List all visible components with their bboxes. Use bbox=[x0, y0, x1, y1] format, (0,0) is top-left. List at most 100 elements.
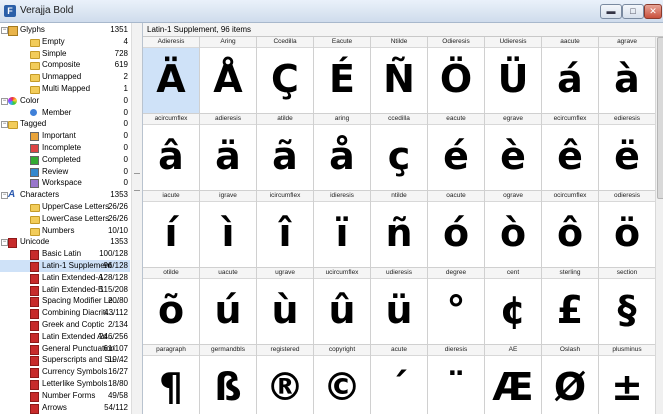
glyph-cell-idieresis[interactable]: idieresis ï bbox=[314, 191, 371, 268]
expand-toggle-icon[interactable]: − bbox=[1, 121, 8, 129]
glyph-cell-otilde[interactable]: otilde õ bbox=[143, 268, 200, 345]
tree-item-latin-extended-a[interactable]: Latin Extended-A 128/128 bbox=[0, 272, 130, 284]
glyph-cell-degree[interactable]: degree ° bbox=[428, 268, 485, 345]
glyph-cell-registered[interactable]: registered ® bbox=[257, 345, 314, 414]
glyph-cell-iacute[interactable]: iacute í bbox=[143, 191, 200, 268]
tree-item-glyphs[interactable]: − Glyphs 1351 bbox=[0, 24, 130, 36]
tree-item-workspace[interactable]: Workspace 0 bbox=[0, 177, 130, 189]
glyph-cell-ucircumflex[interactable]: ucircumflex û bbox=[314, 268, 371, 345]
glyph-cell-egrave[interactable]: egrave è bbox=[485, 114, 542, 191]
glyph-cell-aring[interactable]: Aring Å bbox=[200, 37, 257, 114]
glyph-name-label: section bbox=[599, 268, 655, 279]
glyph-cell-sterling[interactable]: sterling £ bbox=[542, 268, 599, 345]
glyph-preview: Ø bbox=[553, 365, 587, 409]
tree-item-label: Empty bbox=[42, 36, 65, 46]
tree-item-important[interactable]: Important 0 bbox=[0, 130, 130, 142]
glyph-name-label: Eacute bbox=[314, 37, 370, 48]
scrollbar-thumb[interactable] bbox=[657, 37, 663, 199]
tree-item-completed[interactable]: Completed 0 bbox=[0, 154, 130, 166]
glyph-cell-edieresis[interactable]: edieresis ë bbox=[599, 114, 655, 191]
tree-item-spacing-modifier-le[interactable]: Spacing Modifier Le... 20/80 bbox=[0, 295, 130, 308]
glyph-name-label: eacute bbox=[428, 114, 484, 125]
expand-toggle-icon[interactable]: − bbox=[1, 192, 8, 200]
tree-item-uppercase-letters[interactable]: UpperCase Letters 26/26 bbox=[0, 201, 130, 213]
glyph-cell-ae[interactable]: AE Æ bbox=[485, 345, 542, 414]
tree-item-numbers[interactable]: Numbers 10/10 bbox=[0, 225, 130, 237]
glyph-cell-plusminus[interactable]: plusminus ± bbox=[599, 345, 655, 414]
tree-item-general-punctuation[interactable]: General Punctuation 61/107 bbox=[0, 343, 130, 355]
glyph-cell-acircumflex[interactable]: acircumflex â bbox=[143, 114, 200, 191]
glyph-cell-udieresis[interactable]: udieresis ü bbox=[371, 268, 428, 345]
glyph-cell-ocircumflex[interactable]: ocircumflex ô bbox=[542, 191, 599, 268]
tree-item-arrows[interactable]: Arrows 54/112 bbox=[0, 402, 130, 414]
tree-item-simple[interactable]: Simple 728 bbox=[0, 48, 130, 60]
glyph-cell-acute[interactable]: acute ´ bbox=[371, 345, 428, 414]
glyph-name-label: Oslash bbox=[542, 345, 598, 356]
tree-item-composite[interactable]: Composite 619 bbox=[0, 59, 130, 71]
glyph-cell-icircumflex[interactable]: icircumflex î bbox=[257, 191, 314, 268]
tree-item-latin-extended-b[interactable]: Latin Extended-B 115/208 bbox=[0, 284, 130, 296]
tree-item-latin-extended-ad[interactable]: Latin Extended Ad... 246/256 bbox=[0, 331, 130, 343]
glyph-cell-section[interactable]: section § bbox=[599, 268, 655, 345]
glyph-cell-oacute[interactable]: oacute ó bbox=[428, 191, 485, 268]
glyph-cell-odieresis[interactable]: Odieresis Ö bbox=[428, 37, 485, 114]
tree-item-review[interactable]: Review 0 bbox=[0, 166, 130, 178]
glyph-name-label: edieresis bbox=[599, 114, 655, 125]
tree-item-multi-mapped[interactable]: Multi Mapped 1 bbox=[0, 83, 130, 95]
tree-item-characters[interactable]: − A Characters 1353 bbox=[0, 189, 130, 201]
glyph-cell-paragraph[interactable]: paragraph ¶ bbox=[143, 345, 200, 414]
maximize-button[interactable]: □ bbox=[622, 4, 644, 19]
glyph-cell-ccedilla[interactable]: Ccedilla Ç bbox=[257, 37, 314, 114]
glyph-cell-adieresis[interactable]: adieresis ä bbox=[200, 114, 257, 191]
glyph-cell-cent[interactable]: cent ¢ bbox=[485, 268, 542, 345]
minimize-button[interactable]: ▬ bbox=[600, 4, 622, 19]
expand-toggle-icon[interactable]: − bbox=[1, 27, 8, 34]
glyph-cell-atilde[interactable]: atilde ã bbox=[257, 114, 314, 191]
tree-item-member[interactable]: Member 0 bbox=[0, 107, 130, 119]
tree-item-color[interactable]: − Color 0 bbox=[0, 95, 130, 107]
glyph-cell-eacute[interactable]: eacute é bbox=[428, 114, 485, 191]
glyph-cell-ecircumflex[interactable]: ecircumflex ê bbox=[542, 114, 599, 191]
tree-item-incomplete[interactable]: Incomplete 0 bbox=[0, 142, 130, 154]
grid-scrollbar[interactable] bbox=[655, 37, 663, 414]
tree-item-unicode[interactable]: − Unicode 1353 bbox=[0, 236, 130, 249]
glyph-cell-dieresis[interactable]: dieresis ¨ bbox=[428, 345, 485, 414]
tree-item-tagged[interactable]: − Tagged 0 bbox=[0, 118, 130, 130]
color-icon bbox=[8, 96, 17, 105]
tree-item-letterlike-symbols[interactable]: Letterlike Symbols 18/80 bbox=[0, 378, 130, 390]
glyph-cell-odieresis[interactable]: odieresis ö bbox=[599, 191, 655, 268]
glyph-cell-udieresis[interactable]: Udieresis Ü bbox=[485, 37, 542, 114]
tree-item-unmapped[interactable]: Unmapped 2 bbox=[0, 71, 130, 83]
tree-item-number-forms[interactable]: Number Forms 49/58 bbox=[0, 390, 130, 402]
tree-item-superscripts-and-su[interactable]: Superscripts and Su... 19/42 bbox=[0, 354, 130, 367]
glyph-cell-ograve[interactable]: ograve ò bbox=[485, 191, 542, 268]
tree-item-empty[interactable]: Empty 4 bbox=[0, 36, 130, 48]
glyph-cell-igrave[interactable]: igrave ì bbox=[200, 191, 257, 268]
glyph-cell-copyright[interactable]: copyright © bbox=[314, 345, 371, 414]
close-button[interactable]: ✕ bbox=[644, 4, 662, 19]
tree-item-combining-diacriti[interactable]: Combining Diacriti... 43/112 bbox=[0, 307, 130, 320]
glyph-cell-ugrave[interactable]: ugrave ù bbox=[257, 268, 314, 345]
tree-item-count: 728 bbox=[114, 48, 128, 58]
sidebar-scrollbar[interactable] bbox=[131, 23, 142, 414]
glyph-cell-ccedilla[interactable]: ccedilla ç bbox=[371, 114, 428, 191]
glyph-cell-ntilde[interactable]: Ntilde Ñ bbox=[371, 37, 428, 114]
glyph-cell-agrave[interactable]: agrave à bbox=[599, 37, 655, 114]
glyph-cell-uacute[interactable]: uacute ú bbox=[200, 268, 257, 345]
glyph-cell-germandbls[interactable]: germandbls ß bbox=[200, 345, 257, 414]
expand-toggle-icon[interactable]: − bbox=[1, 239, 8, 247]
glyph-cell-aacute[interactable]: aacute á bbox=[542, 37, 599, 114]
tree-item-greek-and-coptic[interactable]: Greek and Coptic 2/134 bbox=[0, 319, 130, 331]
expand-toggle-icon[interactable]: − bbox=[1, 97, 8, 105]
glyph-cell-oslash[interactable]: Oslash Ø bbox=[542, 345, 599, 414]
tree-item-latin-1-supplement[interactable]: Latin-1 Supplement 96/128 bbox=[0, 260, 130, 272]
splitter-grip-icon[interactable] bbox=[134, 173, 140, 191]
glyph-cell-aring[interactable]: aring å bbox=[314, 114, 371, 191]
glyph-cell-adieresis[interactable]: Adieresis Ä bbox=[143, 37, 200, 114]
tree-item-currency-symbols[interactable]: Currency Symbols 16/27 bbox=[0, 366, 130, 379]
glyph-cell-ntilde[interactable]: ntilde ñ bbox=[371, 191, 428, 268]
glyph-cell-eacute[interactable]: Eacute É bbox=[314, 37, 371, 114]
tree-item-basic-latin[interactable]: Basic Latin 100/128 bbox=[0, 248, 130, 261]
tree-item-count: 96/128 bbox=[103, 261, 128, 270]
tree-item-lowercase-letters[interactable]: LowerCase Letters 26/26 bbox=[0, 213, 130, 225]
